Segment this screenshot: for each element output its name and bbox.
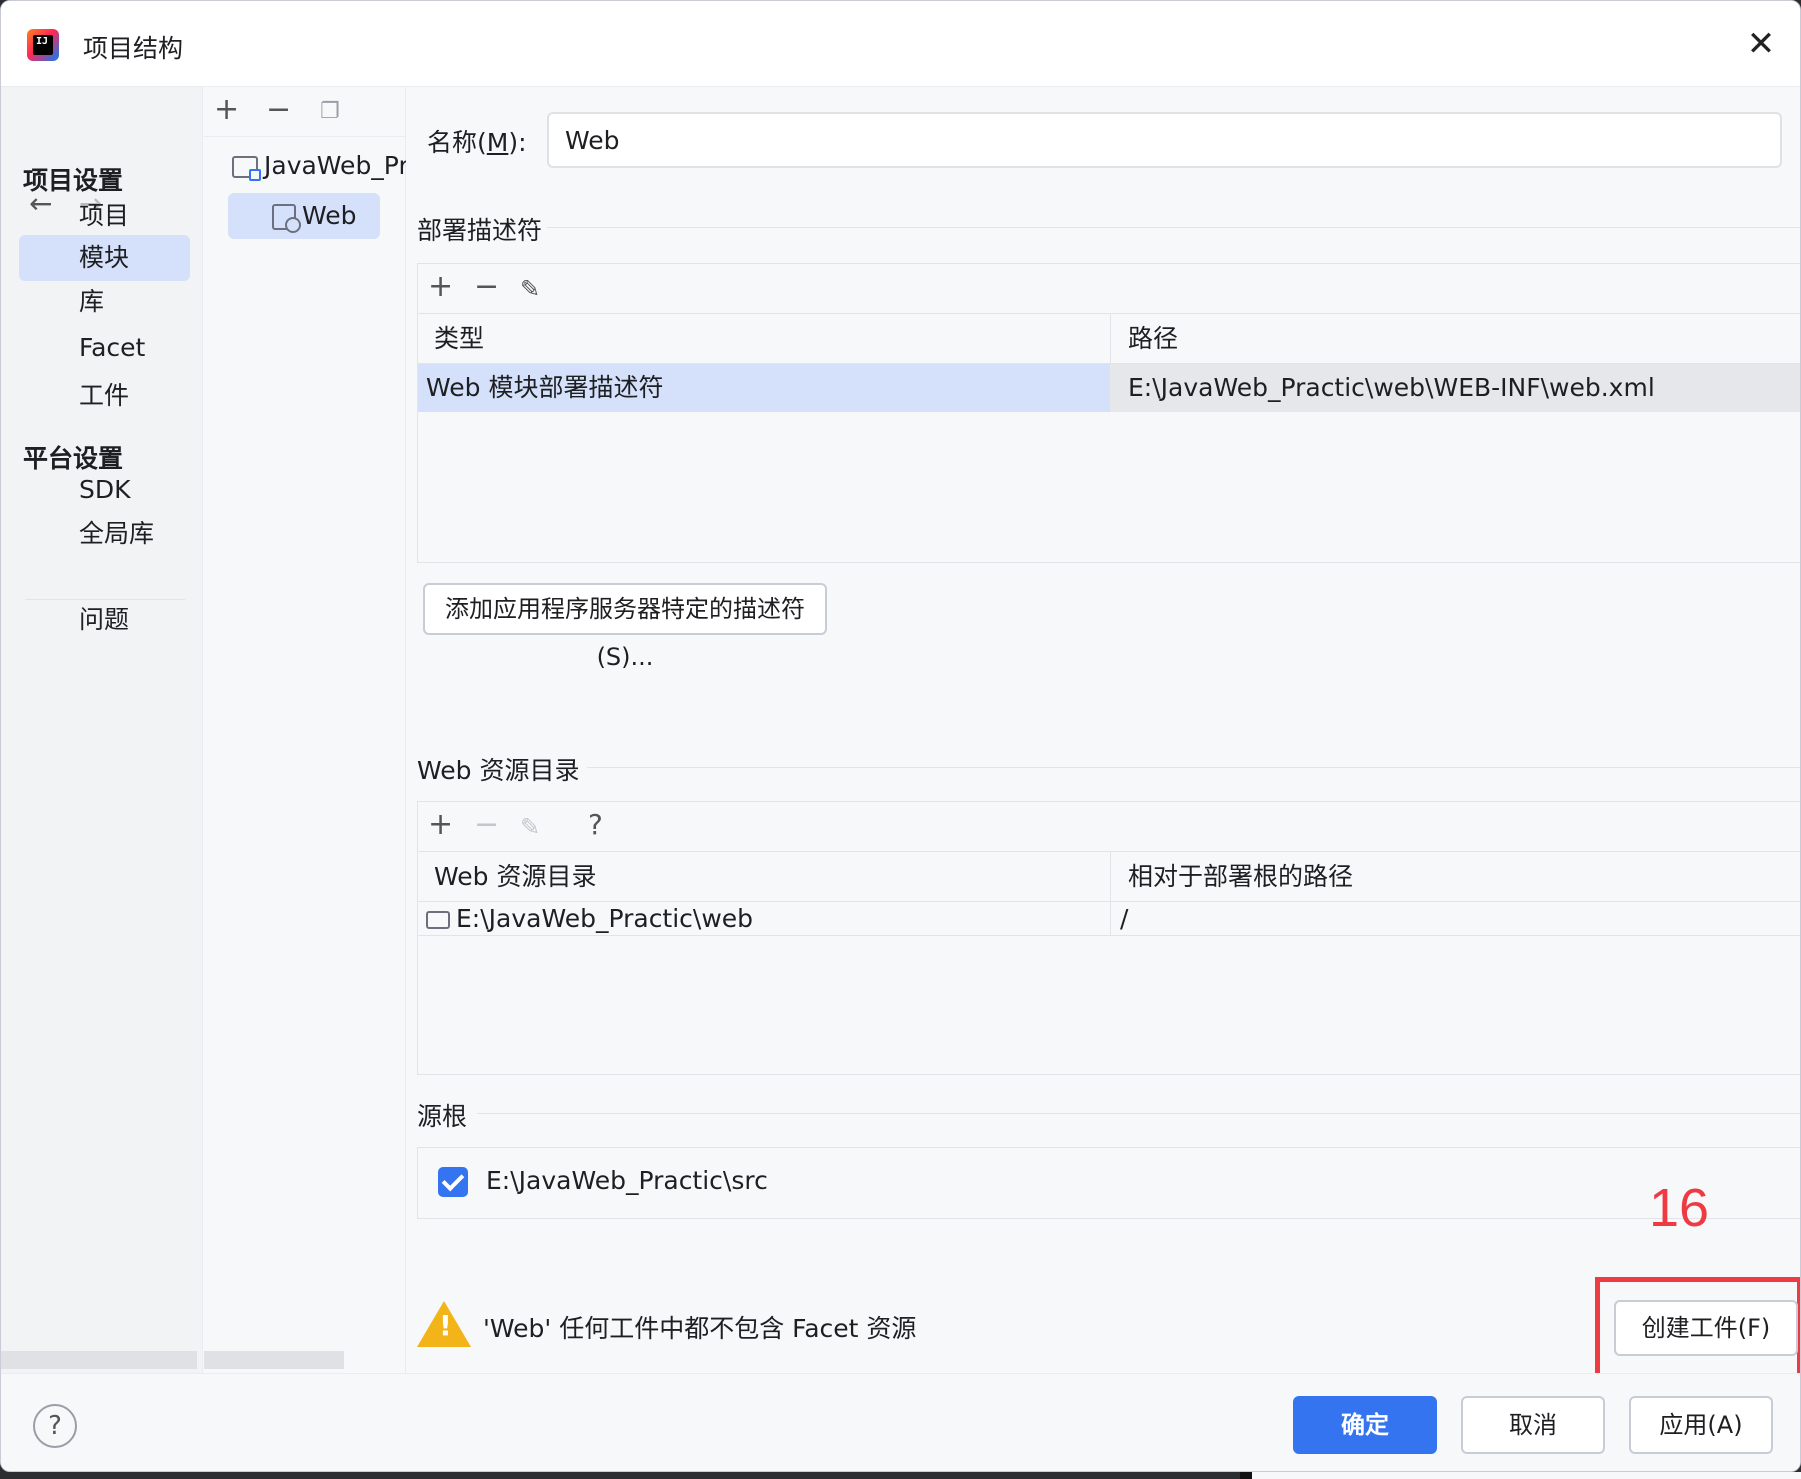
table-row[interactable]: Web 模块部署描述符 E:\JavaWeb_Practic\web\WEB-I…	[418, 364, 1800, 412]
nav-item-sdk[interactable]: SDK	[19, 467, 190, 513]
remove-icon[interactable]: −	[474, 810, 499, 840]
edit-icon[interactable]: ✎	[520, 812, 540, 842]
column-separator	[1110, 902, 1111, 936]
column-separator	[1110, 852, 1111, 902]
apply-button[interactable]: 应用(A)	[1629, 1396, 1773, 1454]
column-header-path[interactable]: 路径	[1112, 314, 1178, 364]
module-folder-icon	[232, 156, 261, 181]
add-server-descriptor-button[interactable]: 添加应用程序服务器特定的描述符(S)...	[423, 583, 827, 671]
source-roots-list: E:\JavaWeb_Practic\src	[417, 1147, 1800, 1219]
background-window-edge	[1240, 1472, 1252, 1479]
deployment-descriptors-table: + − ✎ 类型 路径 Web 模块部署描述符 E:\JavaWeb_Pract…	[417, 263, 1800, 563]
section-divider	[477, 1113, 1800, 1114]
cell-web-dir: E:\JavaWeb_Practic\web	[418, 902, 1110, 935]
annotation-number: 16	[1649, 1178, 1710, 1238]
name-label: 名称(M):	[427, 128, 527, 157]
intellij-logo-icon: IJ	[27, 29, 59, 61]
cell-path: E:\JavaWeb_Practic\web\WEB-INF\web.xml	[1110, 364, 1800, 412]
cell-type: Web 模块部署描述符	[418, 364, 1110, 412]
tree-item-web[interactable]: Web	[228, 193, 380, 239]
table-header: Web 资源目录 相对于部署根的路径	[418, 852, 1800, 902]
help-icon[interactable]: ?	[588, 810, 603, 840]
column-header-type[interactable]: 类型	[418, 314, 484, 364]
nav-item-artifacts[interactable]: 工件	[19, 373, 190, 419]
source-root-checkbox[interactable]	[438, 1167, 468, 1197]
source-root-path: E:\JavaWeb_Practic\src	[486, 1166, 768, 1195]
table-toolbar: + − ✎ ?	[418, 802, 1800, 852]
web-folder-icon	[426, 911, 450, 929]
help-icon[interactable]: ?	[33, 1404, 77, 1448]
table-toolbar: + − ✎	[418, 264, 1800, 314]
nav-item-facets[interactable]: Facet	[19, 325, 190, 371]
remove-icon[interactable]: −	[474, 272, 499, 302]
title-bar: IJ 项目结构 ✕	[1, 1, 1800, 87]
cell-relative-path: /	[1120, 904, 1129, 933]
edit-icon[interactable]: ✎	[520, 274, 540, 304]
table-header: 类型 路径	[418, 314, 1800, 364]
ok-button[interactable]: 确定	[1293, 1396, 1437, 1454]
create-artifact-button[interactable]: 创建工件(F)	[1614, 1300, 1798, 1356]
nav-item-problems[interactable]: 问题	[19, 597, 190, 643]
add-icon[interactable]: +	[428, 272, 453, 302]
nav-item-libraries[interactable]: 库	[19, 279, 190, 325]
cancel-button[interactable]: 取消	[1461, 1396, 1605, 1454]
module-tree-pane: + − ❐ JavaWeb_Pr Web	[204, 87, 406, 1373]
section-divider	[547, 227, 1800, 228]
warning-message: 'Web' 任何工件中都不包含 Facet 资源	[483, 1314, 917, 1343]
column-header-relative-path[interactable]: 相对于部署根的路径	[1112, 852, 1353, 902]
tree-item-project[interactable]: JavaWeb_Pr	[232, 143, 406, 189]
dialog-footer: ? 确定 取消 应用(A)	[1, 1373, 1800, 1471]
facet-settings-panel: 名称(M): 部署描述符 + − ✎ 类型 路径 Web 模块部署描述符 E:\…	[407, 87, 1800, 1373]
web-resource-dirs-table: + − ✎ ? Web 资源目录 相对于部署根的路径 E:\JavaWeb_Pr…	[417, 801, 1800, 1075]
nav-item-modules[interactable]: 模块	[19, 235, 190, 281]
source-roots-title: 源根	[417, 1102, 468, 1131]
column-separator	[1110, 314, 1111, 364]
name-input[interactable]	[547, 112, 1782, 168]
add-icon[interactable]: +	[214, 95, 239, 125]
column-header-web-dir[interactable]: Web 资源目录	[418, 852, 596, 902]
warning-icon: !	[417, 1301, 471, 1347]
nav-header-project-settings: 项目设置	[23, 166, 124, 195]
section-divider	[587, 767, 1800, 768]
deployment-descriptors-title: 部署描述符	[417, 216, 543, 245]
web-resource-dirs-title: Web 资源目录	[417, 756, 580, 785]
nav-item-project[interactable]: 项目	[19, 193, 190, 239]
tree-item-label: Web	[302, 201, 357, 230]
nav-scrollbar[interactable]	[1, 1351, 197, 1369]
tree-toolbar: + − ❐	[204, 87, 405, 137]
close-icon[interactable]: ✕	[1744, 27, 1778, 61]
tree-scrollbar[interactable]	[204, 1351, 344, 1369]
copy-icon[interactable]: ❐	[320, 97, 340, 127]
window-title: 项目结构	[83, 34, 184, 63]
settings-nav: ← → 项目设置 项目 模块 库 Facet 工件 平台设置 SDK 全局库 问…	[1, 87, 203, 1373]
project-structure-dialog: IJ 项目结构 ✕ ← → 项目设置 项目 模块 库 Facet 工件 平台设置…	[0, 0, 1801, 1472]
add-icon[interactable]: +	[428, 810, 453, 840]
tree-item-label: JavaWeb_Pr	[264, 151, 406, 180]
table-row[interactable]: E:\JavaWeb_Practic\web /	[418, 902, 1800, 936]
remove-icon[interactable]: −	[266, 95, 291, 125]
nav-item-global-libraries[interactable]: 全局库	[19, 511, 190, 557]
background-window-strip	[1240, 1472, 1801, 1479]
web-facet-icon	[272, 204, 301, 233]
